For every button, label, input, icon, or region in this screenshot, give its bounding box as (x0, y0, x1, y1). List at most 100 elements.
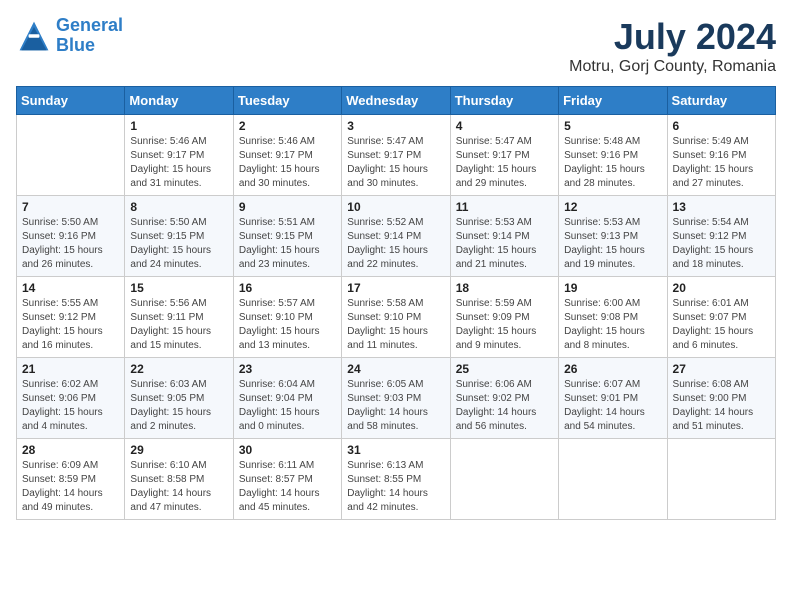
calendar-cell: 3 Sunrise: 5:47 AM Sunset: 9:17 PM Daylig… (342, 115, 450, 196)
calendar-cell: 15 Sunrise: 5:56 AM Sunset: 9:11 PM Dayli… (125, 277, 233, 358)
calendar-cell: 2Sunrise: 5:46 AM Sunset: 9:17 PM Daylig… (233, 115, 341, 196)
day-number: 5 (564, 119, 661, 133)
calendar-cell: 17 Sunrise: 5:58 AM Sunset: 9:10 PM Dayli… (342, 277, 450, 358)
day-number: 22 (130, 362, 227, 376)
calendar-cell: 12Sunrise: 5:53 AM Sunset: 9:13 PM Dayli… (559, 196, 667, 277)
calendar-cell: 7Sunrise: 5:50 AM Sunset: 9:16 PM Daylig… (17, 196, 125, 277)
calendar-cell: 26Sunrise: 6:07 AM Sunset: 9:01 PM Dayli… (559, 358, 667, 439)
calendar-week-row: 21 Sunrise: 6:02 AM Sunset: 9:06 PM Dayli… (17, 358, 776, 439)
calendar-cell: 5Sunrise: 5:48 AM Sunset: 9:16 PM Daylig… (559, 115, 667, 196)
calendar-cell (17, 115, 125, 196)
calendar-cell: 4 Sunrise: 5:47 AM Sunset: 9:17 PM Daylig… (450, 115, 558, 196)
day-info: Sunrise: 5:56 AM Sunset: 9:11 PM Dayligh… (130, 297, 227, 353)
calendar-cell: 9 Sunrise: 5:51 AM Sunset: 9:15 PM Daylig… (233, 196, 341, 277)
day-number: 31 (347, 443, 444, 457)
day-info: Sunrise: 6:10 AM Sunset: 8:58 PM Dayligh… (130, 459, 227, 515)
day-info: Sunrise: 5:59 AM Sunset: 9:09 PM Dayligh… (456, 297, 553, 353)
day-info: Sunrise: 6:01 AM Sunset: 9:07 PM Dayligh… (673, 297, 770, 353)
calendar-cell: 8Sunrise: 5:50 AM Sunset: 9:15 PM Daylig… (125, 196, 233, 277)
day-number: 15 (130, 281, 227, 295)
title-block: July 2024 Motru, Gorj County, Romania (569, 16, 776, 76)
calendar-cell: 11 Sunrise: 5:53 AM Sunset: 9:14 PM Dayli… (450, 196, 558, 277)
day-info: Sunrise: 5:50 AM Sunset: 9:16 PM Dayligh… (22, 216, 119, 272)
day-number: 27 (673, 362, 770, 376)
calendar-cell: 10 Sunrise: 5:52 AM Sunset: 9:14 PM Dayli… (342, 196, 450, 277)
col-header-tuesday: Tuesday (233, 87, 341, 115)
col-header-thursday: Thursday (450, 87, 558, 115)
day-info: Sunrise: 5:50 AM Sunset: 9:15 PM Dayligh… (130, 216, 227, 272)
day-number: 29 (130, 443, 227, 457)
day-number: 6 (673, 119, 770, 133)
day-info: Sunrise: 6:08 AM Sunset: 9:00 PM Dayligh… (673, 378, 770, 434)
calendar-week-row: 7Sunrise: 5:50 AM Sunset: 9:16 PM Daylig… (17, 196, 776, 277)
day-number: 10 (347, 200, 444, 214)
day-info: Sunrise: 5:49 AM Sunset: 9:16 PM Dayligh… (673, 135, 770, 191)
day-number: 18 (456, 281, 553, 295)
day-number: 30 (239, 443, 336, 457)
calendar-header-row: SundayMondayTuesdayWednesdayThursdayFrid… (17, 87, 776, 115)
logo-text: General Blue (56, 16, 123, 56)
day-number: 17 (347, 281, 444, 295)
calendar-cell: 29 Sunrise: 6:10 AM Sunset: 8:58 PM Dayli… (125, 439, 233, 520)
day-info: Sunrise: 6:06 AM Sunset: 9:02 PM Dayligh… (456, 378, 553, 434)
day-info: Sunrise: 5:57 AM Sunset: 9:10 PM Dayligh… (239, 297, 336, 353)
calendar-cell: 31 Sunrise: 6:13 AM Sunset: 8:55 PM Dayli… (342, 439, 450, 520)
calendar-cell: 24Sunrise: 6:05 AM Sunset: 9:03 PM Dayli… (342, 358, 450, 439)
calendar-cell: 6 Sunrise: 5:49 AM Sunset: 9:16 PM Daylig… (667, 115, 775, 196)
day-number: 3 (347, 119, 444, 133)
calendar-cell: 16 Sunrise: 5:57 AM Sunset: 9:10 PM Dayli… (233, 277, 341, 358)
day-info: Sunrise: 5:53 AM Sunset: 9:14 PM Dayligh… (456, 216, 553, 272)
day-info: Sunrise: 6:02 AM Sunset: 9:06 PM Dayligh… (22, 378, 119, 434)
page-header: General Blue July 2024 Motru, Gorj Count… (16, 16, 776, 76)
calendar-cell: 13 Sunrise: 5:54 AM Sunset: 9:12 PM Dayli… (667, 196, 775, 277)
day-info: Sunrise: 5:55 AM Sunset: 9:12 PM Dayligh… (22, 297, 119, 353)
calendar-week-row: 14 Sunrise: 5:55 AM Sunset: 9:12 PM Dayli… (17, 277, 776, 358)
col-header-saturday: Saturday (667, 87, 775, 115)
day-number: 11 (456, 200, 553, 214)
day-number: 23 (239, 362, 336, 376)
day-info: Sunrise: 6:04 AM Sunset: 9:04 PM Dayligh… (239, 378, 336, 434)
calendar-cell: 20 Sunrise: 6:01 AM Sunset: 9:07 PM Dayli… (667, 277, 775, 358)
calendar-cell: 14 Sunrise: 5:55 AM Sunset: 9:12 PM Dayli… (17, 277, 125, 358)
day-info: Sunrise: 6:07 AM Sunset: 9:01 PM Dayligh… (564, 378, 661, 434)
day-info: Sunrise: 6:13 AM Sunset: 8:55 PM Dayligh… (347, 459, 444, 515)
calendar-cell (667, 439, 775, 520)
day-info: Sunrise: 6:09 AM Sunset: 8:59 PM Dayligh… (22, 459, 119, 515)
day-number: 4 (456, 119, 553, 133)
day-number: 14 (22, 281, 119, 295)
day-info: Sunrise: 5:54 AM Sunset: 9:12 PM Dayligh… (673, 216, 770, 272)
day-number: 13 (673, 200, 770, 214)
calendar-table: SundayMondayTuesdayWednesdayThursdayFrid… (16, 86, 776, 520)
day-number: 25 (456, 362, 553, 376)
day-number: 21 (22, 362, 119, 376)
calendar-cell: 30Sunrise: 6:11 AM Sunset: 8:57 PM Dayli… (233, 439, 341, 520)
col-header-sunday: Sunday (17, 87, 125, 115)
day-number: 20 (673, 281, 770, 295)
logo-icon (16, 18, 52, 54)
day-info: Sunrise: 6:03 AM Sunset: 9:05 PM Dayligh… (130, 378, 227, 434)
day-info: Sunrise: 5:52 AM Sunset: 9:14 PM Dayligh… (347, 216, 444, 272)
calendar-week-row: 28 Sunrise: 6:09 AM Sunset: 8:59 PM Dayli… (17, 439, 776, 520)
calendar-cell: 18 Sunrise: 5:59 AM Sunset: 9:09 PM Dayli… (450, 277, 558, 358)
calendar-cell: 27 Sunrise: 6:08 AM Sunset: 9:00 PM Dayli… (667, 358, 775, 439)
day-info: Sunrise: 5:47 AM Sunset: 9:17 PM Dayligh… (347, 135, 444, 191)
calendar-cell (450, 439, 558, 520)
day-info: Sunrise: 5:51 AM Sunset: 9:15 PM Dayligh… (239, 216, 336, 272)
day-number: 28 (22, 443, 119, 457)
day-info: Sunrise: 5:47 AM Sunset: 9:17 PM Dayligh… (456, 135, 553, 191)
calendar-cell: 23 Sunrise: 6:04 AM Sunset: 9:04 PM Dayli… (233, 358, 341, 439)
day-number: 9 (239, 200, 336, 214)
col-header-monday: Monday (125, 87, 233, 115)
day-info: Sunrise: 6:05 AM Sunset: 9:03 PM Dayligh… (347, 378, 444, 434)
day-info: Sunrise: 6:00 AM Sunset: 9:08 PM Dayligh… (564, 297, 661, 353)
day-info: Sunrise: 5:46 AM Sunset: 9:17 PM Dayligh… (239, 135, 336, 191)
day-number: 16 (239, 281, 336, 295)
col-header-wednesday: Wednesday (342, 87, 450, 115)
calendar-cell: 22 Sunrise: 6:03 AM Sunset: 9:05 PM Dayli… (125, 358, 233, 439)
day-number: 1 (130, 119, 227, 133)
calendar-week-row: 1 Sunrise: 5:46 AM Sunset: 9:17 PM Daylig… (17, 115, 776, 196)
calendar-cell: 28 Sunrise: 6:09 AM Sunset: 8:59 PM Dayli… (17, 439, 125, 520)
day-info: Sunrise: 5:46 AM Sunset: 9:17 PM Dayligh… (130, 135, 227, 191)
day-info: Sunrise: 5:58 AM Sunset: 9:10 PM Dayligh… (347, 297, 444, 353)
calendar-cell: 25 Sunrise: 6:06 AM Sunset: 9:02 PM Dayli… (450, 358, 558, 439)
